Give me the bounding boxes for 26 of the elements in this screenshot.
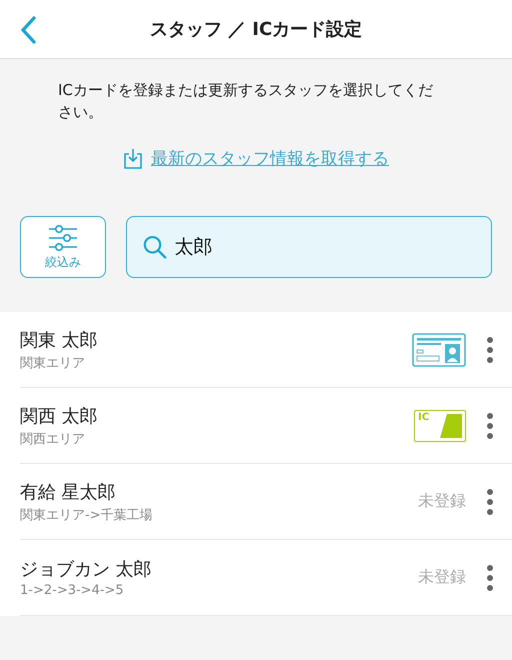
- staff-row[interactable]: 関西 太郎 関西エリア IC: [20, 388, 512, 464]
- search-icon: [143, 234, 167, 260]
- staff-area: 関西エリア: [20, 430, 394, 448]
- staff-name: 有給 星太郎: [20, 480, 117, 504]
- staff-row[interactable]: 有給 星太郎 関東エリア->千葉工場 未登録: [20, 464, 512, 540]
- staff-name: 関東 太郎: [20, 328, 99, 352]
- ic-card-icon: IC: [414, 410, 466, 442]
- more-icon[interactable]: [486, 564, 494, 592]
- download-icon: [123, 148, 143, 170]
- more-icon[interactable]: [486, 412, 494, 440]
- instruction-text: ICカードを登録または更新するスタッフを選択してください。: [58, 80, 434, 123]
- search-field[interactable]: 太郎: [126, 216, 492, 278]
- staff-name: ジョブカン 太郎: [20, 558, 153, 581]
- staff-row[interactable]: ジョブカン 太郎 1->2->3->4->5 未登録: [20, 540, 512, 616]
- more-icon[interactable]: [486, 488, 494, 516]
- staff-name: 関西 太郎: [20, 404, 99, 428]
- unregistered-status: 未登録: [418, 491, 466, 512]
- screen-title: スタッフ ／ ICカード設定: [150, 18, 362, 41]
- staff-area: 関東エリア: [20, 354, 392, 372]
- sliders-icon: [48, 224, 78, 252]
- staff-area: 関東エリア->千葉工場: [20, 506, 398, 524]
- staff-row[interactable]: 関東 太郎 関東エリア: [20, 312, 512, 388]
- back-icon[interactable]: [20, 16, 36, 44]
- staff-area: 1->2->3->4->5: [20, 583, 398, 598]
- more-icon[interactable]: [486, 336, 494, 364]
- unregistered-status: 未登録: [418, 567, 466, 588]
